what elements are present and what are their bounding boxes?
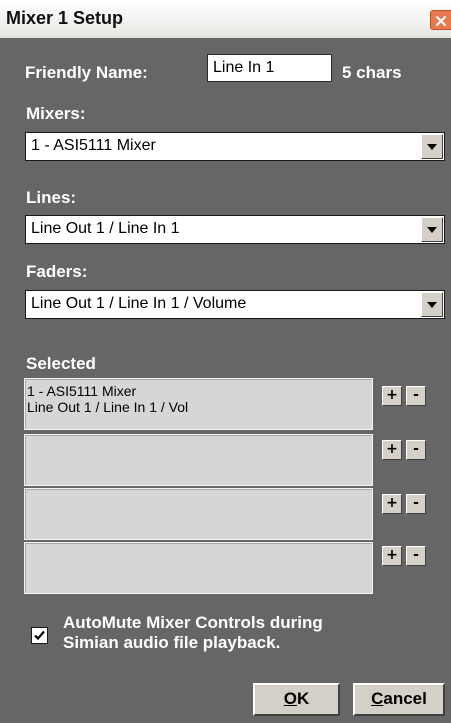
automute-checkbox[interactable] [31, 627, 48, 644]
ok-button[interactable]: OK [253, 683, 340, 716]
faders-label: Faders: [26, 262, 88, 281]
dialog-body: Friendly Name: Line In 1 5 chars Mixers:… [0, 38, 451, 723]
checkmark-icon [34, 630, 45, 641]
chevron-down-icon [427, 144, 437, 150]
window-title: Mixer 1 Setup [6, 8, 124, 28]
friendly-name-input[interactable]: Line In 1 [207, 54, 332, 82]
selected-slot-4[interactable] [24, 542, 373, 594]
slot-3-remove-button[interactable]: - [406, 494, 426, 514]
selected-label: Selected [26, 354, 96, 373]
selected-slot-2[interactable] [24, 434, 373, 486]
mixers-dropdown-button[interactable] [421, 134, 443, 159]
slot-1-add-button[interactable]: + [382, 386, 402, 406]
lines-selected-value: Line Out 1 / Line In 1 [31, 220, 180, 237]
slot-4-add-button[interactable]: + [382, 546, 402, 566]
mixers-label: Mixers: [26, 104, 86, 123]
cancel-mnemonic: C [371, 689, 384, 708]
close-button[interactable] [430, 10, 451, 30]
faders-dropdown-button[interactable] [421, 292, 443, 317]
mixers-dropdown[interactable]: 1 - ASI5111 Mixer [25, 132, 445, 161]
cancel-button[interactable]: Cancel [353, 683, 445, 716]
ok-label-rest: K [296, 689, 310, 708]
slot-1-mixer: 1 - ASI5111 Mixer [27, 383, 137, 399]
mixer-setup-dialog: Mixer 1 Setup Friendly Name: Line In 1 5… [0, 0, 451, 723]
chevron-down-icon [427, 302, 437, 308]
slot-3-add-button[interactable]: + [382, 494, 402, 514]
slot-4-remove-button[interactable]: - [406, 546, 426, 566]
automute-label-line-2: Simian audio file playback. [63, 633, 281, 652]
slot-1-remove-button[interactable]: - [406, 386, 426, 406]
faders-dropdown[interactable]: Line Out 1 / Line In 1 / Volume [25, 290, 445, 319]
slot-2-add-button[interactable]: + [382, 440, 402, 460]
ok-mnemonic: O [283, 689, 297, 708]
chevron-down-icon [427, 227, 437, 233]
title-bar[interactable]: Mixer 1 Setup [0, 0, 451, 39]
slot-2-remove-button[interactable]: - [406, 440, 426, 460]
mixers-selected-value: 1 - ASI5111 Mixer [31, 137, 156, 154]
slot-1-control: Line Out 1 / Line In 1 / Vol [27, 399, 189, 415]
close-icon [435, 15, 447, 27]
automute-label[interactable]: AutoMute Mixer Controls during Simian au… [63, 613, 323, 653]
selected-slot-3[interactable] [24, 488, 373, 540]
lines-dropdown[interactable]: Line Out 1 / Line In 1 [25, 215, 445, 244]
cancel-label-rest: ancel [383, 689, 427, 708]
lines-label: Lines: [26, 188, 77, 207]
automute-label-line-1: AutoMute Mixer Controls during [63, 613, 323, 632]
selected-slot-1[interactable]: 1 - ASI5111 Mixer Line Out 1 / Line In 1… [24, 378, 373, 430]
friendly-name-label: Friendly Name: [25, 63, 148, 82]
faders-selected-value: Line Out 1 / Line In 1 / Volume [31, 295, 247, 312]
friendly-name-char-count: 5 chars [342, 63, 402, 82]
lines-dropdown-button[interactable] [421, 217, 443, 242]
